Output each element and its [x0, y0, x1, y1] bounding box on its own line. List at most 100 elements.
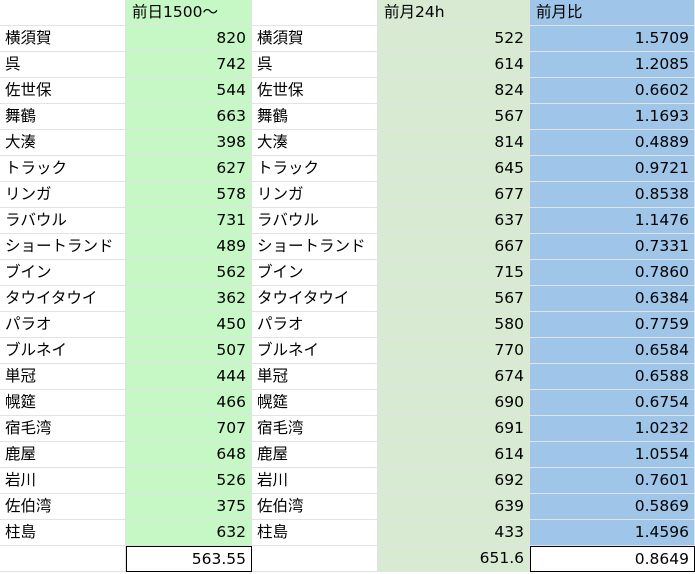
cell-name-repeat[interactable]: 舞鶴 — [252, 104, 378, 130]
header-cell-col_c[interactable] — [252, 0, 378, 26]
cell-prev-month-value[interactable]: 770 — [378, 338, 530, 364]
cell-name[interactable]: 横須賀 — [0, 26, 126, 52]
cell-ratio-value[interactable]: 0.7860 — [530, 260, 695, 286]
cell-prev-month-value[interactable]: 814 — [378, 130, 530, 156]
cell-prev-day-value[interactable]: 362 — [126, 286, 252, 312]
cell-prev-month-value[interactable]: 667 — [378, 234, 530, 260]
cell-ratio-value[interactable]: 0.6584 — [530, 338, 695, 364]
cell-prev-day-value[interactable]: 578 — [126, 182, 252, 208]
cell-prev-month-value[interactable]: 614 — [378, 442, 530, 468]
cell-ratio-value[interactable]: 0.4889 — [530, 130, 695, 156]
cell-name-repeat[interactable]: 呉 — [252, 52, 378, 78]
cell-name-repeat[interactable]: タウイタウイ — [252, 286, 378, 312]
summary-blank-c[interactable] — [252, 546, 378, 572]
cell-prev-day-value[interactable]: 562 — [126, 260, 252, 286]
cell-name[interactable]: 岩川 — [0, 468, 126, 494]
cell-name[interactable]: 宿毛湾 — [0, 416, 126, 442]
header-cell-col_d[interactable]: 前月24h — [378, 0, 530, 26]
cell-prev-day-value[interactable]: 450 — [126, 312, 252, 338]
cell-name[interactable]: パラオ — [0, 312, 126, 338]
cell-name[interactable]: トラック — [0, 156, 126, 182]
cell-ratio-value[interactable]: 1.0554 — [530, 442, 695, 468]
cell-prev-month-value[interactable]: 637 — [378, 208, 530, 234]
cell-prev-day-value[interactable]: 663 — [126, 104, 252, 130]
cell-prev-day-value[interactable]: 398 — [126, 130, 252, 156]
summary-prev-month-average[interactable]: 651.6 — [378, 546, 530, 572]
cell-name[interactable]: リンガ — [0, 182, 126, 208]
header-cell-col_a[interactable] — [0, 0, 126, 26]
cell-name[interactable]: ラバウル — [0, 208, 126, 234]
cell-prev-day-value[interactable]: 742 — [126, 52, 252, 78]
cell-name-repeat[interactable]: 横須賀 — [252, 26, 378, 52]
cell-name[interactable]: 佐伯湾 — [0, 494, 126, 520]
summary-blank-a[interactable] — [0, 546, 126, 572]
cell-prev-month-value[interactable]: 690 — [378, 390, 530, 416]
cell-name[interactable]: ブルネイ — [0, 338, 126, 364]
cell-ratio-value[interactable]: 1.1693 — [530, 104, 695, 130]
cell-prev-month-value[interactable]: 580 — [378, 312, 530, 338]
cell-name-repeat[interactable]: 幌筵 — [252, 390, 378, 416]
cell-name-repeat[interactable]: ブルネイ — [252, 338, 378, 364]
cell-name[interactable]: ブイン — [0, 260, 126, 286]
cell-name-repeat[interactable]: ブイン — [252, 260, 378, 286]
cell-prev-day-value[interactable]: 489 — [126, 234, 252, 260]
cell-prev-month-value[interactable]: 645 — [378, 156, 530, 182]
cell-name-repeat[interactable]: ラバウル — [252, 208, 378, 234]
cell-ratio-value[interactable]: 1.2085 — [530, 52, 695, 78]
summary-ratio[interactable]: 0.8649 — [530, 546, 695, 572]
cell-ratio-value[interactable]: 0.7331 — [530, 234, 695, 260]
cell-name[interactable]: 幌筵 — [0, 390, 126, 416]
cell-prev-day-value[interactable]: 544 — [126, 78, 252, 104]
cell-name[interactable]: 大湊 — [0, 130, 126, 156]
cell-prev-month-value[interactable]: 674 — [378, 364, 530, 390]
cell-name[interactable]: 柱島 — [0, 520, 126, 546]
cell-name[interactable]: 佐世保 — [0, 78, 126, 104]
cell-name[interactable]: タウイタウイ — [0, 286, 126, 312]
cell-name-repeat[interactable]: 大湊 — [252, 130, 378, 156]
cell-prev-month-value[interactable]: 522 — [378, 26, 530, 52]
cell-prev-month-value[interactable]: 677 — [378, 182, 530, 208]
cell-name-repeat[interactable]: トラック — [252, 156, 378, 182]
cell-ratio-value[interactable]: 0.6384 — [530, 286, 695, 312]
cell-name-repeat[interactable]: 鹿屋 — [252, 442, 378, 468]
header-cell-col_e[interactable]: 前月比 — [530, 0, 695, 26]
header-cell-col_b[interactable]: 前日1500～ — [126, 0, 252, 26]
cell-prev-day-value[interactable]: 507 — [126, 338, 252, 364]
cell-name[interactable]: 舞鶴 — [0, 104, 126, 130]
cell-ratio-value[interactable]: 0.6754 — [530, 390, 695, 416]
summary-prev-day-average[interactable]: 563.55 — [126, 546, 252, 572]
cell-prev-day-value[interactable]: 466 — [126, 390, 252, 416]
cell-prev-day-value[interactable]: 707 — [126, 416, 252, 442]
cell-prev-month-value[interactable]: 824 — [378, 78, 530, 104]
cell-name-repeat[interactable]: ショートランド — [252, 234, 378, 260]
cell-name-repeat[interactable]: パラオ — [252, 312, 378, 338]
cell-prev-month-value[interactable]: 639 — [378, 494, 530, 520]
cell-prev-month-value[interactable]: 567 — [378, 104, 530, 130]
cell-name-repeat[interactable]: 佐世保 — [252, 78, 378, 104]
cell-prev-month-value[interactable]: 433 — [378, 520, 530, 546]
cell-prev-day-value[interactable]: 627 — [126, 156, 252, 182]
cell-name-repeat[interactable]: リンガ — [252, 182, 378, 208]
cell-name-repeat[interactable]: 佐伯湾 — [252, 494, 378, 520]
cell-prev-day-value[interactable]: 526 — [126, 468, 252, 494]
cell-ratio-value[interactable]: 1.0232 — [530, 416, 695, 442]
cell-ratio-value[interactable]: 0.7759 — [530, 312, 695, 338]
cell-name-repeat[interactable]: 宿毛湾 — [252, 416, 378, 442]
cell-ratio-value[interactable]: 0.6588 — [530, 364, 695, 390]
cell-ratio-value[interactable]: 1.1476 — [530, 208, 695, 234]
cell-prev-day-value[interactable]: 648 — [126, 442, 252, 468]
cell-prev-month-value[interactable]: 692 — [378, 468, 530, 494]
cell-name[interactable]: ショートランド — [0, 234, 126, 260]
cell-ratio-value[interactable]: 1.4596 — [530, 520, 695, 546]
cell-prev-month-value[interactable]: 614 — [378, 52, 530, 78]
cell-prev-day-value[interactable]: 375 — [126, 494, 252, 520]
cell-prev-day-value[interactable]: 632 — [126, 520, 252, 546]
cell-ratio-value[interactable]: 0.5869 — [530, 494, 695, 520]
cell-name-repeat[interactable]: 岩川 — [252, 468, 378, 494]
cell-ratio-value[interactable]: 0.6602 — [530, 78, 695, 104]
cell-prev-month-value[interactable]: 715 — [378, 260, 530, 286]
cell-name[interactable]: 呉 — [0, 52, 126, 78]
cell-ratio-value[interactable]: 0.8538 — [530, 182, 695, 208]
cell-name[interactable]: 鹿屋 — [0, 442, 126, 468]
cell-ratio-value[interactable]: 1.5709 — [530, 26, 695, 52]
